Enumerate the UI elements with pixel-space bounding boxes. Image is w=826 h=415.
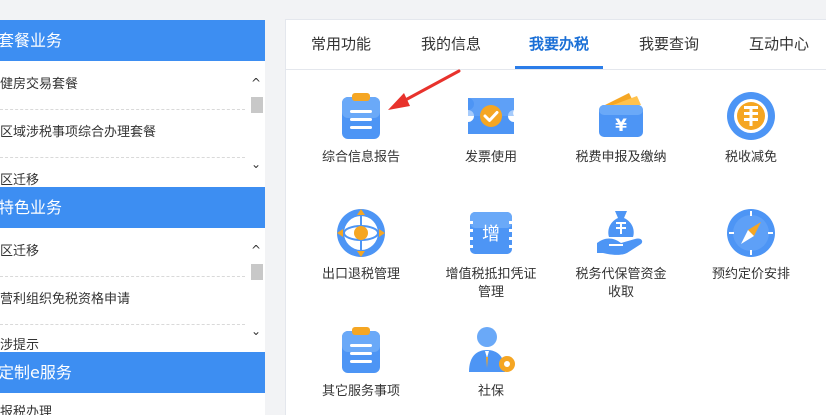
service-custody-funds[interactable]: 税务代保管资金 收取 xyxy=(556,207,686,302)
tab-common-functions[interactable]: 常用功能 xyxy=(298,20,384,69)
service-vat-deduction[interactable]: 增 增值税抵扣凭证 管理 xyxy=(426,207,556,302)
service-comprehensive-report[interactable]: 综合信息报告 xyxy=(296,90,426,167)
service-export-refund[interactable]: 出口退税管理 xyxy=(296,207,426,284)
list-item-label: 健房交易套餐 xyxy=(0,77,79,92)
section-list-custom: 报税办理 xyxy=(0,393,265,415)
service-label: 发票使用 xyxy=(464,150,517,165)
list-item-label: 涉提示 xyxy=(0,338,40,352)
svg-text:¥: ¥ xyxy=(615,116,627,136)
list-item[interactable]: 区迁移 xyxy=(0,228,245,277)
scroll-thumb[interactable] xyxy=(251,264,263,280)
scrollbar[interactable]: ^ ⌄ xyxy=(247,71,265,181)
section-list-featured: 区迁移 营利组织免税资格申请 涉提示 ^ ⌄ xyxy=(0,228,265,352)
scroll-thumb[interactable] xyxy=(251,97,263,113)
list-item[interactable]: 报税办理 xyxy=(0,401,245,415)
service-tax-declaration-payment[interactable]: ¥ 税费申报及缴纳 xyxy=(556,90,686,167)
service-social-security[interactable]: 社保 xyxy=(426,324,556,401)
section-list-package: 健房交易套餐 区域涉税事项综合办理套餐 区迁移 ^ ⌄ xyxy=(0,61,265,187)
list-item-label: 区域涉税事项综合办理套餐 xyxy=(0,125,157,140)
list-item-label: 营利组织免税资格申请 xyxy=(0,292,131,307)
section-header-custom[interactable]: 定制e服务 xyxy=(0,352,265,393)
scroll-up-arrow[interactable]: ^ xyxy=(247,243,265,257)
service-label: 增值税抵扣凭证 管理 xyxy=(426,266,556,302)
service-other-items[interactable]: 其它服务事项 xyxy=(296,324,426,401)
service-label: 预约定价安排 xyxy=(711,267,790,282)
scroll-down-arrow[interactable]: ⌄ xyxy=(247,324,265,338)
person-gear-icon xyxy=(469,327,515,372)
service-invoice-use[interactable]: 发票使用 xyxy=(426,90,556,167)
list-item[interactable]: 区域涉税事项综合办理套餐 xyxy=(0,109,245,158)
service-tax-reduction[interactable]: 税收减免 xyxy=(686,90,816,167)
service-label-line: 收取 xyxy=(607,285,634,300)
scroll-up-arrow[interactable]: ^ xyxy=(247,76,265,90)
service-label-line: 管理 xyxy=(477,285,504,300)
section-header-featured[interactable]: 特色业务 xyxy=(0,187,265,228)
section-title: 定制e服务 xyxy=(0,363,72,382)
service-label: 出口退税管理 xyxy=(321,267,400,282)
service-label: 税费申报及缴纳 xyxy=(575,150,667,165)
clipboard-report-icon xyxy=(342,93,380,139)
list-item[interactable]: 健房交易套餐 xyxy=(0,61,245,110)
list-item[interactable]: 涉提示 xyxy=(0,334,245,352)
left-panel: 套餐业务 健房交易套餐 区域涉税事项综合办理套餐 区迁移 ^ ⌄ 特色业务 区迁… xyxy=(0,0,265,415)
tab-query[interactable]: 我要查询 xyxy=(626,20,712,69)
service-label: 其它服务事项 xyxy=(321,384,400,399)
scrollbar[interactable]: ^ ⌄ xyxy=(247,238,265,348)
service-label: 税务代保管资金 收取 xyxy=(556,266,686,302)
money-bag-hand-icon xyxy=(597,211,643,255)
section-title: 特色业务 xyxy=(0,198,63,217)
service-label: 税收减免 xyxy=(724,150,777,165)
globe-export-icon xyxy=(337,209,385,257)
vat-ticket-icon: 增 xyxy=(470,212,512,254)
service-label: 社保 xyxy=(477,384,504,399)
service-label-line: 税务代保管资金 xyxy=(575,267,667,282)
list-item-label: 报税办理 xyxy=(0,405,53,415)
service-panel: 常用功能 我的信息 我要办税 我要查询 互动中心 综合信息报告 发票使用 ¥ 税… xyxy=(285,19,826,415)
section-header-package[interactable]: 套餐业务 xyxy=(0,20,265,61)
scroll-down-arrow[interactable]: ⌄ xyxy=(247,157,265,171)
tab-my-info[interactable]: 我的信息 xyxy=(408,20,494,69)
list-item-label: 区迁移 xyxy=(0,244,40,259)
ticket-check-icon xyxy=(468,98,514,134)
tax-reduction-coin-icon xyxy=(727,92,775,140)
clipboard-list-icon xyxy=(342,327,380,373)
tab-bar: 常用功能 我的信息 我要办税 我要查询 互动中心 xyxy=(286,20,826,70)
compass-icon xyxy=(727,209,775,257)
service-advance-pricing[interactable]: 预约定价安排 xyxy=(686,207,816,284)
section-title: 套餐业务 xyxy=(0,31,63,50)
list-item[interactable]: 区迁移 xyxy=(0,169,245,187)
wallet-yuan-icon: ¥ xyxy=(599,93,643,137)
active-tab-indicator xyxy=(515,66,603,69)
tab-handle-tax[interactable]: 我要办税 xyxy=(516,20,602,69)
list-item-label: 区迁移 xyxy=(0,173,40,187)
list-item[interactable]: 营利组织免税资格申请 xyxy=(0,276,245,325)
service-label-line: 增值税抵扣凭证 xyxy=(445,267,537,282)
vat-glyph: 增 xyxy=(482,224,500,245)
tab-interaction-center[interactable]: 互动中心 xyxy=(736,20,822,69)
service-label: 综合信息报告 xyxy=(321,150,400,165)
